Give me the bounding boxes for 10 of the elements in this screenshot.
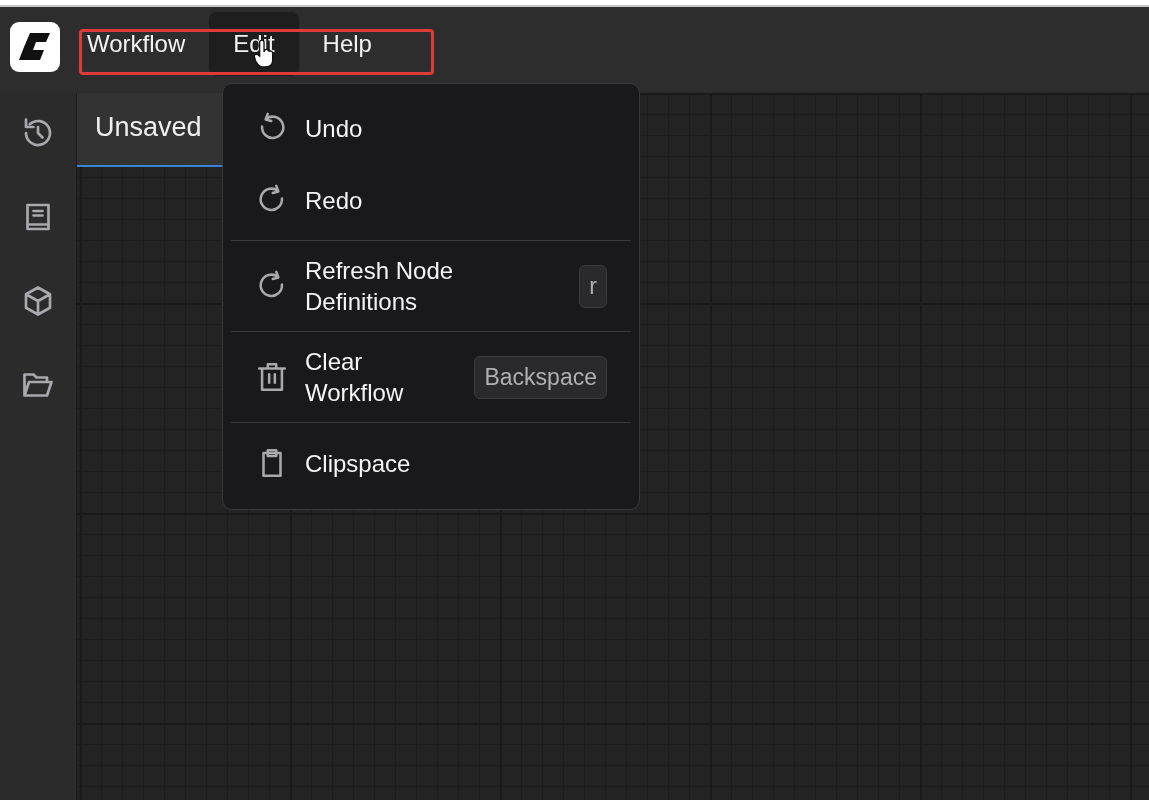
trash-icon	[255, 360, 289, 394]
menu-item[interactable]: Workflow	[63, 12, 210, 76]
menu-option[interactable]: Refresh Node Definitions	[305, 255, 580, 317]
shortcut-key: r	[579, 264, 607, 308]
shortcut-key: Backspace	[474, 355, 607, 399]
menu-item[interactable]: Help	[298, 12, 396, 76]
menu-option[interactable]: Clear Workflow	[305, 346, 475, 408]
app-logo[interactable]	[10, 22, 60, 72]
menu-option[interactable]: Redo	[305, 184, 607, 216]
menu-option[interactable]: Clipspace	[305, 447, 607, 479]
